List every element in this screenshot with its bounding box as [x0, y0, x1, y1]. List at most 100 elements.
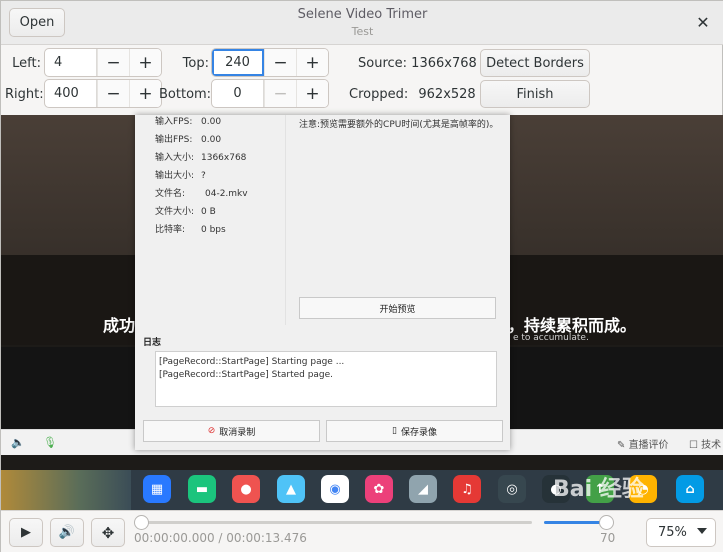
- stat-value: 04-2.mkv: [205, 189, 248, 199]
- source-info: Source: 1366x768: [358, 56, 477, 71]
- image-viewer-icon: ◢: [409, 475, 437, 503]
- volume-icon: 🔊: [58, 525, 76, 540]
- left-label: Left:: [12, 56, 41, 71]
- source-label: Source:: [358, 56, 408, 71]
- stat-key: 输入大小:: [155, 153, 195, 163]
- left-decrement-button[interactable]: −: [97, 49, 129, 76]
- seek-bar[interactable]: [141, 521, 532, 524]
- stat-row: 输入大小: 1366x768: [155, 149, 248, 167]
- tech-text: 技术: [701, 440, 722, 451]
- tech-label: ☐ 技术: [689, 440, 722, 451]
- left-input[interactable]: 4: [45, 49, 97, 76]
- stat-row: 输出大小:?: [155, 167, 248, 185]
- bottom-increment-button[interactable]: +: [296, 80, 328, 107]
- bottom-input[interactable]: 0: [212, 80, 264, 107]
- right-spinbox: 400 − +: [44, 79, 162, 108]
- stat-row: 文件大小: 0 B: [155, 203, 248, 221]
- record-icon: ●: [232, 475, 260, 503]
- close-icon[interactable]: ✕: [692, 11, 714, 33]
- stat-row: 比特率: 0 bps: [155, 221, 248, 239]
- window-title: Selene Video Trimer: [297, 7, 428, 22]
- header-bar: Open Selene Video Trimer Test ✕: [1, 1, 723, 45]
- bottom-decrement-button[interactable]: −: [264, 80, 296, 107]
- video-subtitle-english: e to accumulate.: [513, 333, 589, 343]
- stat-key: 输出FPS:: [155, 135, 193, 145]
- save-icon: ▯: [392, 426, 397, 436]
- watermark: Bai 经验: [553, 477, 644, 502]
- volume-handle[interactable]: [599, 515, 614, 530]
- speaker-icon: 🔈: [11, 436, 25, 449]
- stat-value: 0 bps: [201, 225, 226, 235]
- stat-value: 1366x768: [201, 153, 247, 163]
- music-icon: ♫: [453, 475, 481, 503]
- right-increment-button[interactable]: +: [129, 80, 161, 107]
- stat-key: 比特率:: [155, 225, 186, 235]
- detect-borders-button[interactable]: Detect Borders: [480, 49, 590, 77]
- left-spinbox: 4 − +: [44, 48, 162, 77]
- stat-value: 0.00: [201, 135, 222, 145]
- stats-list: 输入FPS: 0.00 输出FPS: 0.00 输入大小: 1366x768 输出大小…: [155, 113, 248, 239]
- bottom-spinbox: 0 − +: [211, 79, 329, 108]
- save-recording-label: 保存录像: [400, 427, 437, 438]
- stat-row: 输入FPS: 0.00: [155, 113, 248, 131]
- bottom-label: Bottom:: [159, 87, 212, 102]
- left-increment-button[interactable]: +: [129, 49, 161, 76]
- cropped-info: Cropped: 962x528: [349, 87, 476, 102]
- log-box[interactable]: [PageRecord::StartPage] Starting page ..…: [155, 351, 497, 407]
- stat-key: 输入FPS:: [155, 117, 193, 127]
- files-icon: ▬: [188, 475, 216, 503]
- chrome-icon: ◉: [321, 475, 349, 503]
- move-arrows-icon: ✥: [101, 523, 115, 542]
- stat-row: 输出FPS: 0.00: [155, 131, 248, 149]
- screenshot-icon: ⌂: [676, 475, 704, 503]
- stat-row: 文件名: 04-2.mkv: [155, 185, 248, 203]
- volume-button[interactable]: 🔊: [50, 518, 84, 547]
- stat-key: 文件大小:: [155, 207, 195, 217]
- zoom-value: 75%: [658, 525, 687, 540]
- launcher-icon: ▦: [143, 475, 171, 503]
- cropped-value: 962x528: [418, 87, 476, 102]
- start-preview-button[interactable]: 开始预览: [299, 297, 496, 319]
- top-input[interactable]: 240: [212, 49, 264, 76]
- cancel-recording-label: 取消录制: [219, 427, 256, 438]
- window-subtitle: Test: [351, 25, 374, 38]
- stat-value: 0.00: [201, 117, 222, 127]
- stat-value: 0 B: [201, 207, 216, 217]
- source-value: 1366x768: [411, 56, 477, 71]
- right-input[interactable]: 400: [45, 80, 97, 107]
- log-title: 日志: [143, 338, 162, 348]
- app-window: Open Selene Video Trimer Test ✕ Left: 4 …: [0, 0, 723, 552]
- cropped-label: Cropped:: [349, 87, 409, 102]
- chevron-down-icon: [697, 528, 707, 534]
- play-button[interactable]: ▶: [9, 518, 43, 547]
- preview-note: 注意:预览需要额外的CPU时间(尤其是高帧率的)。: [299, 120, 499, 130]
- live-review-text: 直播评价: [628, 440, 669, 451]
- volume-value: 70: [600, 531, 616, 545]
- camera-icon: ◎: [498, 475, 526, 503]
- finish-button[interactable]: Finish: [480, 80, 590, 108]
- right-label: Right:: [5, 87, 44, 102]
- top-increment-button[interactable]: +: [296, 49, 328, 76]
- save-recording-button[interactable]: ▯ 保存录像: [326, 420, 503, 442]
- crop-mode-button[interactable]: ✥: [91, 518, 125, 547]
- log-line: [PageRecord::StartPage] Starting page ..…: [159, 357, 345, 367]
- video-subtitle-left: 成功: [103, 316, 136, 335]
- recording-dialog: 输入FPS: 0.00 输出FPS: 0.00 输入大小: 1366x768 输出大小…: [135, 115, 510, 450]
- play-icon: ▶: [21, 525, 31, 540]
- settings-icon: ✿: [365, 475, 393, 503]
- stat-value: ?: [201, 171, 206, 181]
- stat-key: 输出大小:: [155, 171, 195, 181]
- top-decrement-button[interactable]: −: [264, 49, 296, 76]
- seek-handle[interactable]: [134, 515, 149, 530]
- volume-slider[interactable]: [544, 521, 607, 524]
- cancel-recording-button[interactable]: ⊘ 取消录制: [143, 420, 320, 442]
- stat-key: 文件名:: [155, 189, 186, 199]
- right-decrement-button[interactable]: −: [97, 80, 129, 107]
- player-bar: ▶ 🔊 ✥ 00:00:00.000 / 00:00:13.476 70 75%: [1, 510, 723, 552]
- store-icon: ▲: [277, 475, 305, 503]
- cancel-icon: ⊘: [207, 426, 216, 436]
- dock-wallpaper: [1, 470, 131, 510]
- zoom-select[interactable]: 75%: [646, 518, 716, 547]
- time-display: 00:00:00.000 / 00:00:13.476: [134, 531, 307, 545]
- microphone-icon: 🎙: [43, 436, 57, 449]
